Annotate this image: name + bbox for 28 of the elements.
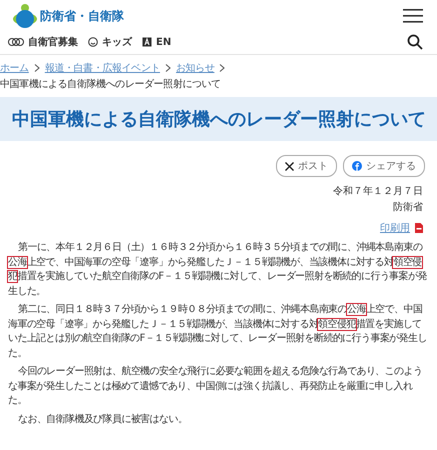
site-name[interactable]: 防衛省・自衛隊 bbox=[40, 8, 124, 24]
breadcrumb-current: 中国軍機による自衛隊機へのレーダー照射について bbox=[0, 78, 221, 91]
people-icon bbox=[8, 37, 24, 47]
print-link[interactable]: 印刷用 bbox=[380, 221, 410, 235]
author-text: 防衛省 bbox=[392, 200, 424, 215]
language-icon bbox=[142, 37, 152, 47]
smiley-icon bbox=[88, 37, 98, 47]
nav-link[interactable]: キッズ bbox=[88, 35, 132, 49]
date-text: 令和７年１２月７日 bbox=[332, 184, 424, 199]
search-icon bbox=[407, 34, 423, 50]
chevron-icon bbox=[34, 64, 40, 72]
breadcrumb-link[interactable]: ホーム bbox=[0, 61, 29, 75]
pdf-icon bbox=[415, 223, 423, 233]
breadcrumb-link[interactable]: お知らせ bbox=[176, 61, 214, 75]
page-title: 中国軍機による自衛隊機へのレーダー照射について bbox=[12, 108, 427, 131]
body-paragraph: 今回のレーダー照射は、航空機の安全な飛行に必要な範囲を超える危険な行為であり、このような事案が発生したことは極めて遺憾であり、中国側には強く抗議し、再発防止を厳重に申し入れた。 bbox=[7, 365, 424, 408]
chevron-icon bbox=[165, 64, 172, 72]
menu-icon bbox=[403, 9, 423, 23]
x-logo-icon bbox=[285, 162, 294, 170]
breadcrumb-link[interactable]: 報道・白書・広報イベント bbox=[44, 61, 160, 75]
nav-link[interactable]: 自衛官募集 bbox=[8, 35, 78, 49]
body-paragraph: なお、自衛隊機及び隊員に被害はない。 bbox=[17, 412, 188, 426]
facebook-icon bbox=[352, 161, 362, 171]
nav-link[interactable]: EN bbox=[142, 35, 172, 49]
share-button[interactable]: ポスト bbox=[276, 155, 337, 177]
share-button[interactable]: シェアする bbox=[343, 155, 425, 177]
logo-icon bbox=[12, 3, 38, 29]
chevron-icon bbox=[219, 64, 226, 72]
